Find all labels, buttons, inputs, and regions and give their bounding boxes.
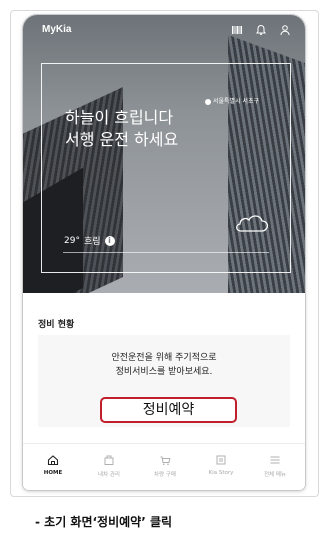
instruction-caption: - 초기 화면‘정비예약’ 클릭 — [35, 515, 173, 529]
maintenance-section-title: 정비 현황 — [38, 320, 75, 330]
hero-divider — [63, 252, 269, 253]
home-icon — [47, 454, 59, 466]
location-text: 서울특별시 서초구 — [213, 98, 260, 105]
headline-line-1: 하늘이 흐립니다 — [65, 108, 174, 127]
phone-screen: MyKia 서울특별시 서초구 하늘이 흐립니다 서행 운전 하세요 29° 흐… — [23, 15, 305, 490]
top-bar: MyKia — [23, 15, 305, 45]
nav-home[interactable]: HOME — [25, 454, 81, 476]
nav-purchase[interactable]: 차량 구매 — [137, 454, 193, 478]
weather-headline: 하늘이 흐립니다 서행 운전 하세요 — [65, 107, 178, 151]
bottom-nav: HOME 내차 관리 차량 구매 Kia Story 전체 메뉴 — [23, 443, 305, 490]
location-pin-icon — [205, 98, 211, 105]
nav-label-car-manage: 내차 관리 — [98, 472, 120, 478]
nav-label-home: HOME — [43, 470, 63, 476]
nav-label-all-menu: 전체 메뉴 — [264, 472, 286, 478]
story-icon — [215, 454, 227, 466]
bell-icon[interactable] — [255, 24, 267, 36]
maintenance-reserve-button[interactable]: 정비예약 — [100, 397, 237, 423]
car-manage-icon — [103, 454, 115, 466]
user-icon[interactable] — [279, 24, 291, 36]
nav-label-purchase: 차량 구매 — [154, 472, 176, 478]
nav-label-kia-story: Kia Story — [208, 470, 234, 476]
barcode-icon[interactable] — [231, 24, 243, 36]
menu-icon — [269, 454, 281, 466]
maintenance-message: 안전운전을 위해 주기적으로 정비서비스를 받아보세요. — [38, 351, 290, 379]
nav-car-manage[interactable]: 내차 관리 — [81, 454, 137, 478]
cart-icon — [159, 454, 171, 466]
weather-hero: MyKia 서울특별시 서초구 하늘이 흐립니다 서행 운전 하세요 29° 흐… — [23, 15, 305, 293]
weather-summary: 29° 흐림 i — [64, 234, 115, 247]
info-icon[interactable]: i — [104, 235, 115, 246]
headline-line-2: 서행 운전 하세요 — [65, 130, 179, 149]
nav-all-menu[interactable]: 전체 메뉴 — [247, 454, 303, 478]
location-label[interactable]: 서울특별시 서초구 — [205, 96, 259, 105]
app-title: MyKia — [42, 24, 72, 35]
temperature: 29° — [64, 235, 80, 246]
cloud-icon — [233, 211, 271, 235]
nav-kia-story[interactable]: Kia Story — [193, 454, 249, 476]
message-line-1: 안전운전을 위해 주기적으로 — [111, 353, 217, 363]
weather-condition: 흐림 — [83, 237, 101, 247]
message-line-2: 정비서비스를 받아보세요. — [115, 367, 213, 377]
